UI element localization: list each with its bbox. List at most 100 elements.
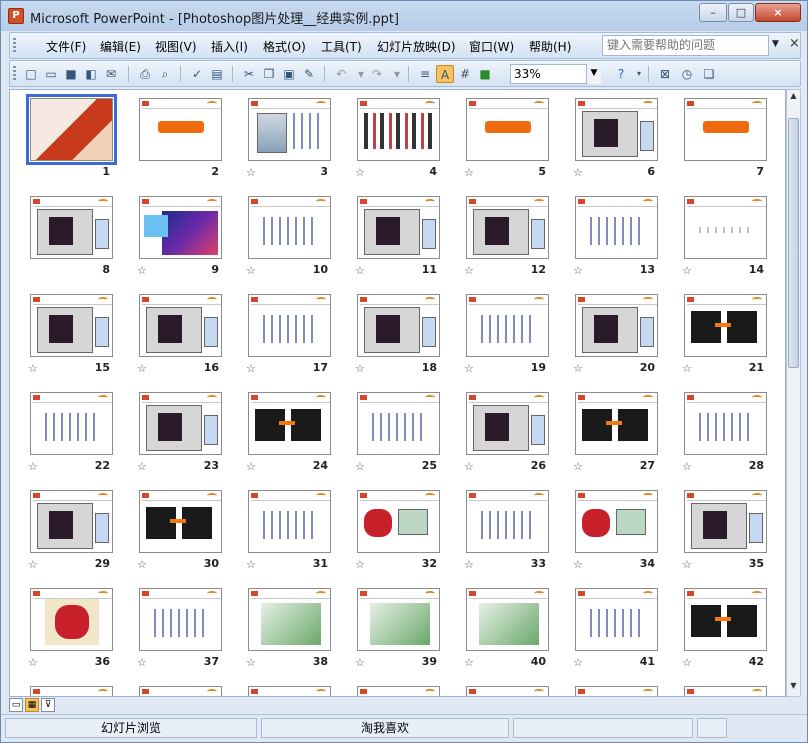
slide-thumbnail[interactable] xyxy=(357,490,440,553)
paste-icon[interactable]: ▣ xyxy=(280,65,298,83)
transition-star-icon[interactable]: ☆ xyxy=(137,362,147,375)
close-doc-icon[interactable]: × xyxy=(789,36,800,51)
new-icon[interactable]: □ xyxy=(22,65,40,83)
transition-star-icon[interactable]: ☆ xyxy=(682,656,692,669)
transition-star-icon[interactable]: ☆ xyxy=(28,362,38,375)
slide-thumbnail[interactable] xyxy=(684,392,767,455)
slide-thumbnail[interactable] xyxy=(248,588,331,651)
scroll-up-icon[interactable]: ▲ xyxy=(788,91,799,105)
menu-format[interactable]: 格式(O) xyxy=(263,38,306,55)
title-bar[interactable]: P Microsoft PowerPoint - [Photoshop图片处理_… xyxy=(1,1,807,31)
help-search-input[interactable]: 键入需要帮助的问题 xyxy=(602,35,769,56)
redo-icon[interactable]: ↷ xyxy=(368,65,386,83)
slide-thumbnail[interactable] xyxy=(684,686,767,696)
slideshow-view-icon[interactable]: ⊽ xyxy=(41,698,55,712)
minimize-button[interactable]: – xyxy=(699,3,727,22)
maximize-button[interactable]: □ xyxy=(728,3,754,22)
transition-star-icon[interactable]: ☆ xyxy=(573,558,583,571)
menu-slideshow[interactable]: 幻灯片放映(D) xyxy=(377,38,456,55)
slide-thumbnail[interactable] xyxy=(139,196,222,259)
transition-star-icon[interactable]: ☆ xyxy=(246,362,256,375)
menu-edit[interactable]: 编辑(E) xyxy=(100,38,141,55)
menu-tools[interactable]: 工具(T) xyxy=(321,38,362,55)
transition-star-icon[interactable]: ☆ xyxy=(137,558,147,571)
redo-dropdown-icon[interactable]: ▾ xyxy=(388,65,406,83)
slide-thumbnail[interactable] xyxy=(30,196,113,259)
slide-thumbnail[interactable] xyxy=(684,98,767,161)
transition-star-icon[interactable]: ☆ xyxy=(682,558,692,571)
transition-star-icon[interactable]: ☆ xyxy=(682,362,692,375)
slide-thumbnail[interactable] xyxy=(575,392,658,455)
research-icon[interactable]: ▤ xyxy=(208,65,226,83)
grid-icon[interactable]: # xyxy=(456,65,474,83)
slide-thumbnail[interactable] xyxy=(139,588,222,651)
transition-star-icon[interactable]: ☆ xyxy=(137,656,147,669)
slide-thumbnail[interactable] xyxy=(684,490,767,553)
slide-thumbnail[interactable] xyxy=(139,686,222,696)
slide-thumbnail[interactable] xyxy=(466,686,549,696)
transition-star-icon[interactable]: ☆ xyxy=(355,264,365,277)
scroll-thumb[interactable] xyxy=(788,118,799,368)
slide-thumbnail[interactable] xyxy=(575,196,658,259)
show-formatting-icon[interactable]: A xyxy=(436,65,454,83)
transition-star-icon[interactable]: ☆ xyxy=(573,656,583,669)
transition-star-icon[interactable]: ☆ xyxy=(464,264,474,277)
transition-star-icon[interactable]: ☆ xyxy=(137,460,147,473)
menu-insert[interactable]: 插入(I) xyxy=(211,38,248,55)
transition-star-icon[interactable]: ☆ xyxy=(137,264,147,277)
slide-thumbnail[interactable] xyxy=(139,98,222,161)
slide-thumbnail[interactable] xyxy=(466,588,549,651)
permission-icon[interactable]: ◧ xyxy=(82,65,100,83)
slide-thumbnail[interactable] xyxy=(248,196,331,259)
slide-thumbnail[interactable] xyxy=(139,392,222,455)
transition-star-icon[interactable]: ☆ xyxy=(355,362,365,375)
slide-thumbnail[interactable] xyxy=(248,98,331,161)
slide-thumbnail[interactable] xyxy=(575,98,658,161)
normal-view-icon[interactable]: ▭ xyxy=(9,698,23,712)
menu-file[interactable]: 文件(F) xyxy=(46,38,86,55)
help-icon[interactable]: ? xyxy=(612,65,630,83)
powerpoint-app-icon[interactable]: P xyxy=(8,8,24,24)
slide-thumbnail[interactable] xyxy=(139,490,222,553)
chevron-down-icon[interactable]: ▼ xyxy=(586,64,601,84)
email-icon[interactable]: ✉ xyxy=(102,65,120,83)
menu-window[interactable]: 窗口(W) xyxy=(469,38,514,55)
toolbar-options-icon[interactable]: ▾ xyxy=(630,65,648,83)
slide-thumbnail[interactable] xyxy=(139,294,222,357)
slide-thumbnail[interactable] xyxy=(575,588,658,651)
slide-thumbnail[interactable] xyxy=(684,294,767,357)
slide-thumbnail[interactable] xyxy=(248,294,331,357)
toolbar-grip[interactable] xyxy=(13,38,16,54)
transition-star-icon[interactable]: ☆ xyxy=(246,460,256,473)
transition-star-icon[interactable]: ☆ xyxy=(28,656,38,669)
transition-star-icon[interactable]: ☆ xyxy=(246,264,256,277)
save-icon[interactable]: ■ xyxy=(62,65,80,83)
transition-star-icon[interactable]: ☆ xyxy=(246,656,256,669)
transition-star-icon[interactable]: ☆ xyxy=(355,558,365,571)
transition-star-icon[interactable]: ☆ xyxy=(246,558,256,571)
transition-star-icon[interactable]: ☆ xyxy=(573,166,583,179)
slide-thumbnail[interactable] xyxy=(357,588,440,651)
menu-help[interactable]: 帮助(H) xyxy=(529,38,571,55)
transition-star-icon[interactable]: ☆ xyxy=(682,460,692,473)
slide-thumbnail[interactable] xyxy=(684,196,767,259)
close-button[interactable]: × xyxy=(755,3,801,22)
expand-all-icon[interactable]: ≡ xyxy=(416,65,434,83)
slide-thumbnail[interactable] xyxy=(575,686,658,696)
slide-thumbnail[interactable] xyxy=(466,392,549,455)
transition-star-icon[interactable]: ☆ xyxy=(464,558,474,571)
slide-thumbnail[interactable] xyxy=(466,196,549,259)
transition-star-icon[interactable]: ☆ xyxy=(573,264,583,277)
chevron-down-icon[interactable]: ▼ xyxy=(772,39,779,49)
transition-star-icon[interactable]: ☆ xyxy=(28,460,38,473)
slide-thumbnail[interactable] xyxy=(248,686,331,696)
slide-thumbnail[interactable] xyxy=(575,294,658,357)
color-grayscale-icon[interactable]: ■ xyxy=(476,65,494,83)
slide-thumbnail[interactable] xyxy=(466,294,549,357)
spelling-icon[interactable]: ✓ xyxy=(188,65,206,83)
transition-star-icon[interactable]: ☆ xyxy=(246,166,256,179)
slide-thumbnail[interactable] xyxy=(30,294,113,357)
slide-thumbnail[interactable] xyxy=(30,686,113,696)
slide-thumbnail[interactable] xyxy=(357,294,440,357)
transition-star-icon[interactable]: ☆ xyxy=(464,166,474,179)
